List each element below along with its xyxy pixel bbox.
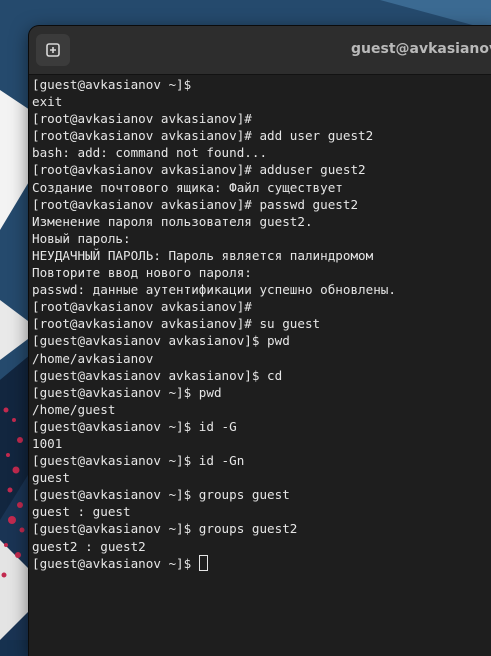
terminal-line: [guest@avkasianov ~]$: [32, 77, 192, 92]
terminal-line: Создание почтового ящика: Файл существуе…: [32, 179, 343, 195]
terminal-line: Изменение пароля пользователя guest2.: [32, 213, 313, 229]
terminal-line: guest2 : guest2: [32, 538, 146, 554]
terminal-line: 1001: [32, 435, 63, 451]
terminal-output[interactable]: [guest@avkasianov ~]$ exit [root@avkasiano…: [32, 75, 491, 656]
terminal-line: [guest@avkasianov avkasianov]$ cd: [32, 367, 283, 383]
terminal-line: [root@avkasianov avkasianov]#: [32, 299, 252, 315]
terminal-line: /home/guest: [32, 401, 116, 417]
new-tab-icon: [46, 43, 60, 57]
header-bar: guest@avkasianov:~: [29, 26, 491, 75]
terminal-window: guest@avkasianov:~ [guest@avkasianov ~]$…: [29, 26, 491, 656]
prompt-text: [guest@avkasianov ~]$: [32, 555, 199, 571]
terminal-line: НЕУДАЧНЫЙ ПАРОЛЬ: Пароль является палинд…: [32, 247, 374, 263]
terminal-line: [guest@avkasianov ~]$ groups guest2: [32, 521, 298, 537]
terminal-line: [guest@avkasianov ~]$ groups guest: [32, 487, 290, 503]
terminal-line: [root@avkasianov avkasianov]# add user g…: [32, 128, 374, 144]
terminal-line: [root@avkasianov avkasianov]# passwd gue…: [32, 196, 359, 212]
text-cursor: [198, 554, 208, 571]
terminal-line: /home/avkasianov: [32, 350, 154, 366]
terminal-line: guest : guest: [32, 504, 131, 520]
terminal-line: exit: [32, 94, 63, 110]
terminal-line: Повторите ввод нового пароля:: [32, 265, 252, 281]
terminal-line: [guest@avkasianov ~]$ pwd: [32, 384, 222, 400]
terminal-line: [root@avkasianov avkasianov]# su guest: [32, 316, 321, 332]
terminal-line: Новый пароль:: [32, 230, 131, 246]
terminal-line: [guest@avkasianov ~]$ id -G: [32, 418, 237, 434]
terminal-line: [guest@avkasianov ~]$ id -Gn: [32, 453, 245, 469]
terminal-line: bash: add: command not found...: [32, 145, 268, 161]
prompt-line[interactable]: [guest@avkasianov ~]$: [32, 554, 491, 572]
terminal-line: [root@avkasianov avkasianov]#: [32, 111, 252, 127]
new-tab-button[interactable]: [36, 34, 70, 66]
terminal-line: [guest@avkasianov avkasianov]$ pwd: [32, 333, 290, 349]
window-title: guest@avkasianov:~: [351, 41, 491, 57]
terminal-line: [root@avkasianov avkasianov]# adduser gu…: [32, 162, 366, 178]
terminal-line: passwd: данные аутентификации успешно об…: [32, 282, 396, 298]
terminal-line: guest: [32, 470, 70, 486]
